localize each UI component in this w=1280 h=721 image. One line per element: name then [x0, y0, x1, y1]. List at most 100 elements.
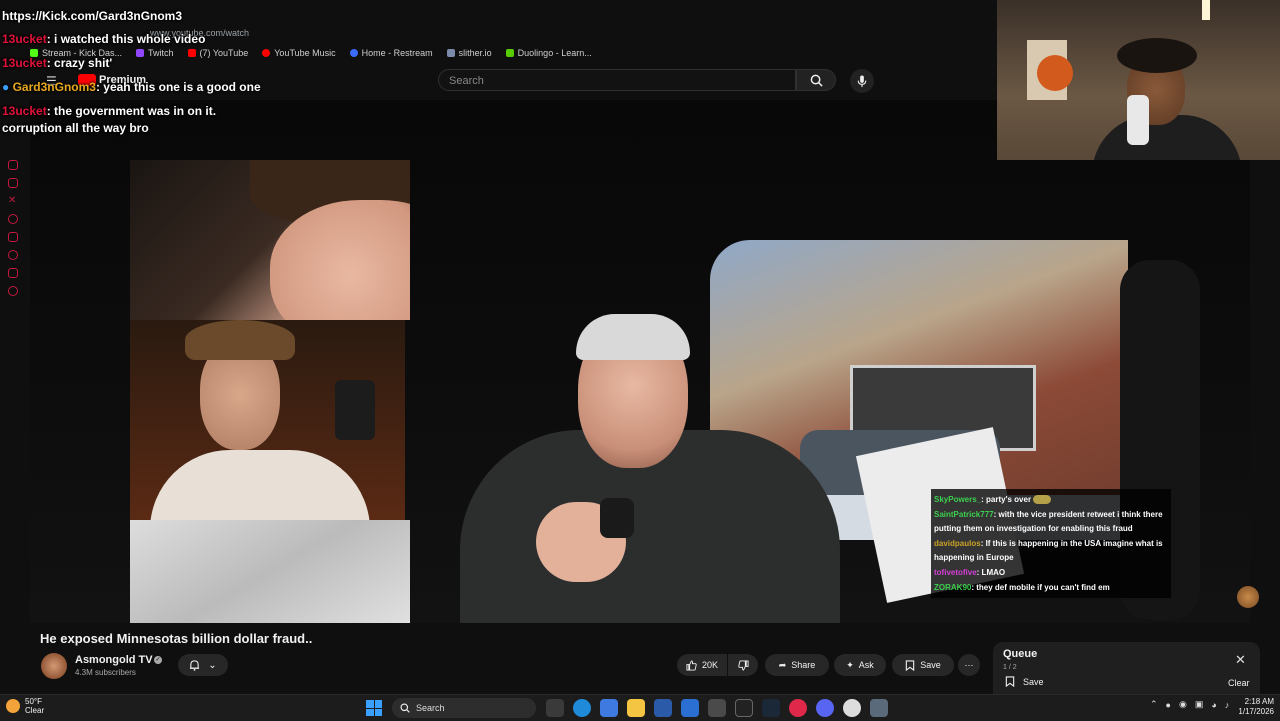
chat-username: ZORAK90 [934, 583, 972, 592]
microphone-icon[interactable]: ● [1166, 700, 1171, 710]
chrome-icon[interactable] [843, 699, 861, 717]
chat-username: SkyPowers_ [934, 495, 982, 504]
video-title: He exposed Minnesotas billion dollar fra… [40, 631, 313, 646]
like-count: 20K [701, 660, 718, 670]
facecam-hair [185, 320, 295, 360]
windows-start-icon[interactable] [366, 700, 382, 716]
display-icon[interactable]: ▣ [1195, 699, 1204, 710]
floating-avatar[interactable] [1237, 586, 1259, 608]
overlay-facecam-bottom [130, 520, 410, 623]
chat-text: : they def mobile if you can't find em [971, 583, 1110, 592]
dislike-button[interactable] [728, 654, 758, 676]
edge-icon[interactable] [573, 699, 591, 717]
queue-save-button[interactable]: Save [1005, 676, 1044, 687]
more-actions-button[interactable]: ⋯ [958, 654, 980, 676]
chat-message: 13ucket: crazy shit' [2, 55, 262, 72]
file-explorer-icon[interactable] [627, 699, 645, 717]
stream-chat-message: tofivetofive: LMAO [934, 566, 1168, 580]
voice-search-button[interactable] [850, 69, 874, 93]
channel-avatar[interactable] [41, 653, 67, 679]
queue-title: Queue [1003, 648, 1038, 660]
opera-gx-icon[interactable] [789, 699, 807, 717]
taskbar-search[interactable]: Search [392, 698, 536, 718]
queue-save-label: Save [1023, 676, 1044, 687]
stream-chat-message: SkyPowers_: party's over [934, 493, 1168, 507]
chat-text: : crazy shit' [46, 56, 113, 70]
system-tray: ⌃ ● ◉ ▣ ◕ ♪ [1150, 699, 1229, 710]
weather-sun-icon [6, 699, 20, 713]
webcam-poster [1037, 55, 1073, 91]
channel-name[interactable]: Asmongold TV [75, 654, 153, 666]
kick-chat-overlay: https://Kick.com/Gard3nGnom3 13ucket: i … [2, 0, 262, 137]
chat-username: tofivetofive [934, 568, 977, 577]
bookmark-label: Home - Restream [361, 48, 433, 58]
location-icon[interactable]: ◉ [1179, 699, 1187, 710]
bookmark-slither[interactable]: slither.io [446, 46, 492, 60]
notification-bell-button[interactable]: ⌄ [178, 654, 228, 676]
search-icon [810, 74, 823, 87]
copilot-icon[interactable] [600, 699, 618, 717]
facecam-shirt [150, 450, 370, 520]
webcam-lamp [1202, 0, 1210, 20]
video-frame-device [600, 498, 634, 538]
outlook-icon[interactable] [681, 699, 699, 717]
overlay-facecam-top [130, 160, 410, 320]
streamer-webcam [997, 0, 1280, 160]
windows-taskbar: 50°F Clear Search ⌃ ● ◉ ▣ ◕ ♪ 2:18 AM 1/… [0, 694, 1280, 721]
discord-icon[interactable] [816, 699, 834, 717]
bookmark-label: YouTube Music [274, 48, 336, 58]
network-icon[interactable]: ◕ [1211, 700, 1216, 710]
sparkle-icon: ✦ [846, 659, 854, 670]
sidebar-icon[interactable] [8, 232, 18, 242]
weather-widget[interactable]: 50°F Clear [6, 697, 44, 715]
bookmark-youtube-music[interactable]: YouTube Music [262, 46, 336, 60]
sidebar-icon[interactable]: ✕ [8, 196, 18, 206]
bookmark-duolingo[interactable]: Duolingo - Learn... [505, 46, 592, 60]
save-button[interactable]: Save [892, 654, 954, 676]
store-icon[interactable] [654, 699, 672, 717]
chat-text: : i watched this whole video [46, 32, 206, 46]
weather-temperature: 50°F [25, 697, 42, 706]
chevron-up-icon[interactable]: ⌃ [1150, 699, 1158, 710]
sidebar-icon[interactable] [8, 286, 18, 296]
taskbar-clock[interactable]: 2:18 AM 1/17/2026 [1226, 697, 1274, 717]
sidebar-icon[interactable] [8, 178, 18, 188]
sidebar-icon[interactable] [8, 214, 18, 224]
share-button[interactable]: ➦ Share [765, 654, 829, 676]
app-icon[interactable] [708, 699, 726, 717]
chat-text: : yeah this one is a good one [95, 80, 261, 94]
steam-icon[interactable] [762, 699, 780, 717]
taskbar-apps [546, 699, 888, 717]
left-sidebar-icons: ✕ [8, 160, 24, 296]
x-icon[interactable] [735, 699, 753, 717]
ask-button[interactable]: ✦ Ask [834, 654, 886, 676]
facecam-microphone [335, 380, 375, 440]
search-input[interactable]: Search [438, 69, 796, 91]
task-view-icon[interactable] [546, 699, 564, 717]
more-icon: ⋯ [964, 659, 974, 670]
close-icon[interactable]: ✕ [1235, 652, 1246, 668]
queue-clear-button[interactable]: Clear [1228, 678, 1250, 688]
sidebar-icon[interactable] [8, 160, 18, 170]
clock-time: 2:18 AM [1244, 697, 1274, 706]
share-icon: ➦ [778, 659, 787, 670]
overlay-facecam-streamer [130, 320, 405, 520]
sidebar-icon[interactable] [8, 268, 18, 278]
queue-panel: Queue 1 / 2 ✕ Save Clear [993, 642, 1260, 694]
sidebar-icon[interactable] [8, 250, 18, 260]
chat-message: ● Gard3nGnom3: yeah this one is a good o… [2, 79, 262, 96]
like-button[interactable]: 20K [677, 654, 727, 676]
thumbs-down-icon [737, 659, 749, 671]
chat-text: : LMAO [976, 568, 1006, 577]
taskbar-search-label: Search [416, 703, 445, 713]
webcam-microphone [1127, 95, 1149, 145]
weather-text: 50°F Clear [25, 697, 44, 715]
bookmark-restream[interactable]: Home - Restream [349, 46, 433, 60]
video-frame-man-hair [576, 314, 690, 360]
settings-icon[interactable] [870, 699, 888, 717]
chat-username: Gard3nGnom3 [12, 80, 96, 94]
chat-username: SaintPatrick777 [934, 510, 994, 519]
search-button[interactable] [796, 69, 836, 91]
chat-message: 13ucket: the government was in on it. co… [2, 103, 262, 137]
bell-icon [190, 660, 200, 671]
